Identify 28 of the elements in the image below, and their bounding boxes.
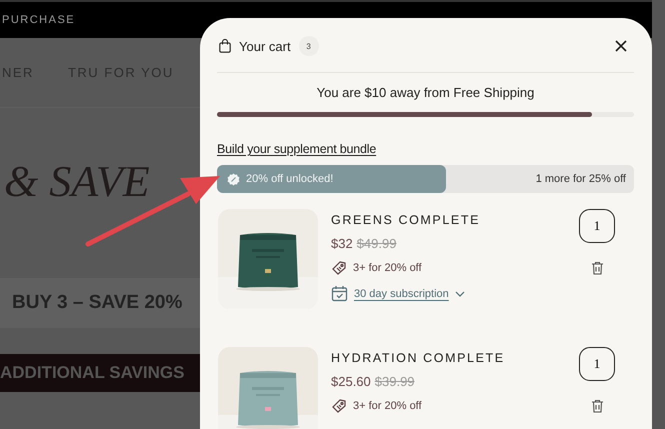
shipping-message: You are $10 away from Free Shipping — [316, 85, 536, 100]
sale-price: $32 — [331, 236, 353, 251]
original-price: $49.99 — [356, 236, 396, 251]
calendar-icon — [331, 285, 348, 302]
trash-icon[interactable] — [590, 399, 604, 413]
tag-icon — [331, 260, 347, 276]
chevron-down-icon[interactable] — [454, 290, 465, 296]
announcement-text: PURCHASE — [1, 14, 76, 26]
subscription-dropdown[interactable]: 30 day subscription — [354, 288, 449, 300]
quantity-field[interactable]: 1 — [579, 209, 615, 243]
sale-price: $25.60 — [331, 374, 371, 389]
offer-text: 3+ for 20% off — [353, 262, 422, 274]
tag-icon — [331, 398, 347, 414]
promo-banner: BUY 3 – SAVE 20% — [0, 278, 200, 328]
bundle-link[interactable]: Build your supplement bundle — [217, 142, 376, 156]
bundle-next-tier-text: 1 more for 25% off — [536, 173, 627, 185]
discount-badge-icon — [227, 172, 240, 186]
product-name: HYDRATION COMPLETE — [331, 351, 506, 365]
item-count-badge: 3 — [298, 36, 319, 56]
quantity-field[interactable]: 1 — [579, 347, 615, 381]
offer-text: 3+ for 20% off — [353, 400, 422, 412]
hero-title: & SAVE — [4, 156, 150, 207]
cart-title: Your cart — [239, 38, 291, 54]
product-name: GREENS COMPLETE — [331, 213, 482, 227]
shopping-bag-icon — [219, 39, 231, 53]
original-price: $39.99 — [374, 374, 415, 389]
trash-icon[interactable] — [590, 261, 604, 275]
bundle-unlocked-text: 20% off unlocked! — [246, 173, 334, 185]
